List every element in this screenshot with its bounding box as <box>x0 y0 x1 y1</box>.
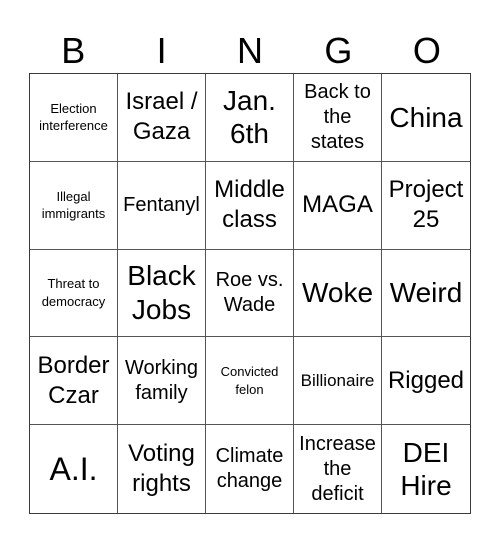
header-letter-i: I <box>156 30 167 71</box>
bingo-cell-text: Border Czar <box>37 351 110 409</box>
bingo-cell-text: Rigged <box>387 366 465 394</box>
bingo-cell-text: Weird <box>389 277 463 309</box>
bingo-grid: Election interference Israel / Gaza Jan. 6… <box>29 73 471 514</box>
bingo-cell[interactable]: Woke <box>294 249 382 338</box>
bingo-cell[interactable]: Climate change <box>206 425 294 513</box>
bingo-cell-text: DEI Hire <box>400 436 452 502</box>
bingo-cell[interactable]: Election interference <box>30 74 118 162</box>
bingo-cell[interactable]: Increase the deficit <box>294 425 382 513</box>
bingo-cell-text: Back to the states <box>304 80 371 153</box>
bingo-cell-text: Middle class <box>214 176 285 234</box>
bingo-cell[interactable]: Fentanyl <box>118 161 206 250</box>
bingo-cell-text: Israel / Gaza <box>125 88 198 146</box>
bingo-cell-text: Fentanyl <box>123 193 200 216</box>
bingo-cell[interactable]: Rigged <box>382 337 470 426</box>
bingo-cell[interactable]: A.I. <box>30 425 118 513</box>
bingo-cell[interactable]: Threat to democracy <box>30 249 118 338</box>
bingo-cell-text: Climate change <box>215 445 284 493</box>
header-letter-g: G <box>324 30 353 71</box>
bingo-cell-text: A.I. <box>49 450 98 487</box>
bingo-cell[interactable]: Convicted felon <box>206 337 294 426</box>
bingo-cell-text: MAGA <box>302 191 373 219</box>
bingo-cell[interactable]: Jan. 6th <box>206 74 294 162</box>
bingo-cell[interactable]: Project 25 <box>382 162 470 250</box>
bingo-cell-text: Threat to democracy <box>41 276 106 309</box>
bingo-cell[interactable]: Illegal immigrants <box>30 161 118 250</box>
bingo-cell[interactable]: Israel / Gaza <box>118 74 206 162</box>
bingo-cell-text: Increase the deficit <box>299 432 376 505</box>
bingo-cell-text: China <box>389 101 463 133</box>
bingo-cell-text: Illegal immigrants <box>41 188 106 222</box>
bingo-cell[interactable]: MAGA <box>294 161 382 250</box>
bingo-cell-text: Voting rights <box>128 440 195 498</box>
bingo-cell-text: Jan. 6th <box>223 84 276 150</box>
bingo-header: B I N G O <box>29 30 471 72</box>
bingo-cell-text: Roe vs. Wade <box>215 268 284 316</box>
bingo-cell-text: Billionaire <box>300 371 375 391</box>
bingo-cell[interactable]: Back to the states <box>294 74 382 162</box>
bingo-cell-text: Project 25 <box>388 176 464 234</box>
bingo-cell[interactable]: Weird <box>382 250 470 338</box>
bingo-cell[interactable]: Working family <box>118 337 206 426</box>
bingo-cell[interactable]: China <box>382 74 470 162</box>
header-letter-o: O <box>412 30 441 71</box>
bingo-cell-text: Working family <box>125 356 198 404</box>
bingo-cell-text: Convicted felon <box>220 364 279 397</box>
bingo-cell-text: Black Jobs <box>127 260 196 325</box>
bingo-cell[interactable]: Border Czar <box>30 337 118 426</box>
header-letter-b: B <box>61 30 86 71</box>
bingo-cell[interactable]: Roe vs. Wade <box>206 249 294 338</box>
bingo-cell[interactable]: DEI Hire <box>382 425 470 513</box>
bingo-cell[interactable]: Voting rights <box>118 425 206 513</box>
bingo-cell-text: Woke <box>301 277 374 309</box>
bingo-cell-text: Election interference <box>39 100 108 134</box>
bingo-cell[interactable]: Middle class <box>206 161 294 250</box>
bingo-cell[interactable]: Billionaire <box>294 337 382 426</box>
bingo-cell[interactable]: Black Jobs <box>118 249 206 338</box>
header-letter-n: N <box>237 30 264 71</box>
